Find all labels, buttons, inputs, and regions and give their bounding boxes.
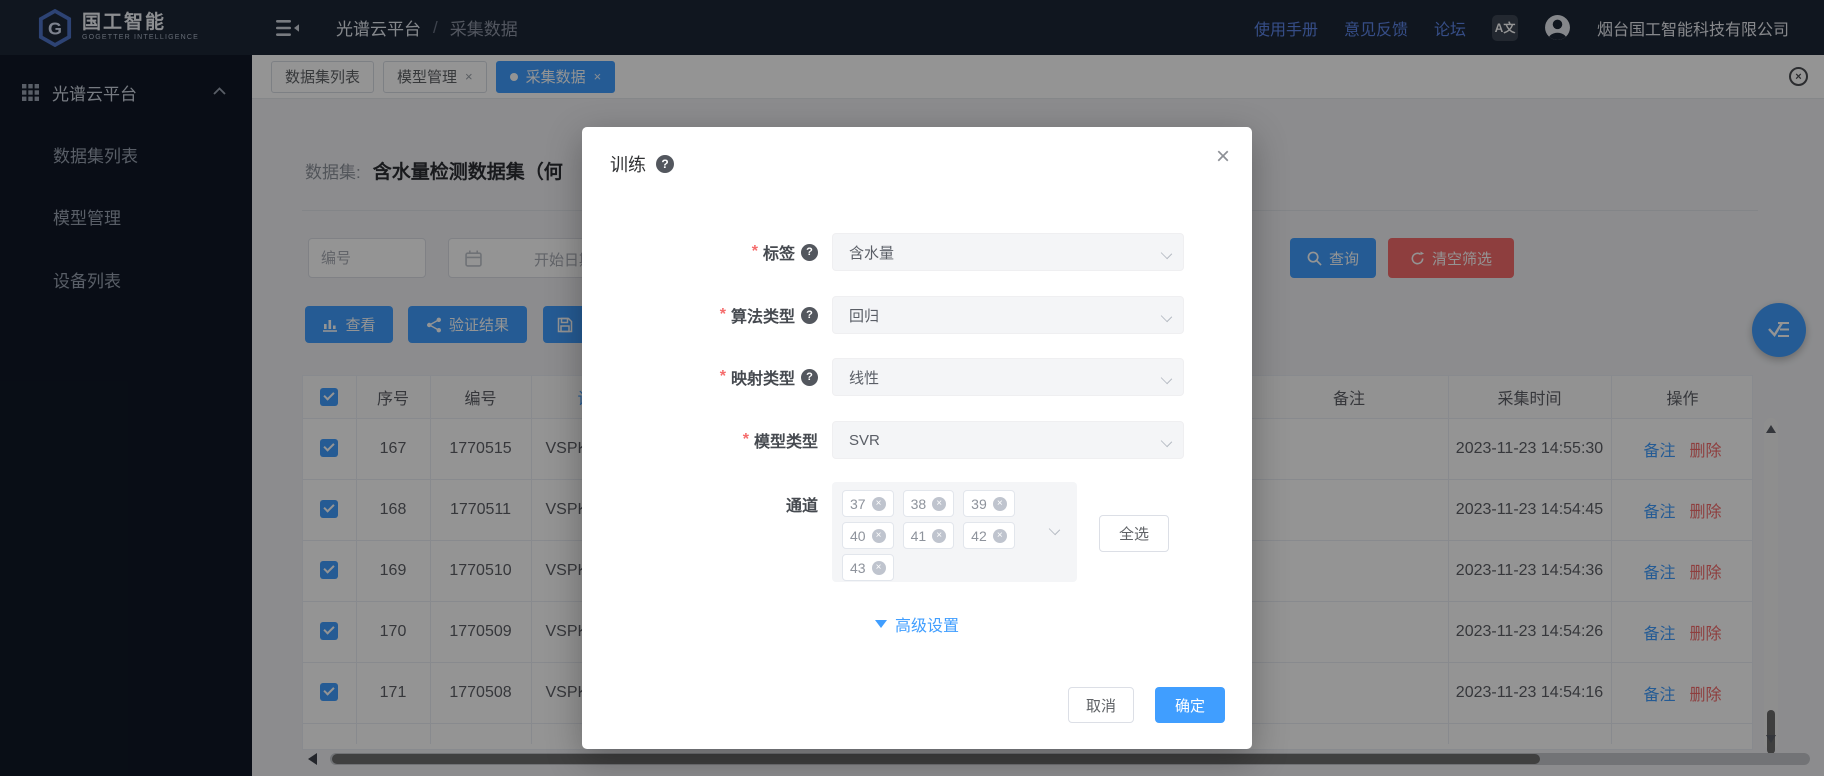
label-tag: * 标签 ? xyxy=(618,233,818,271)
dialog-title-row: 训练 ? xyxy=(610,151,674,177)
channel-tag: 42 × xyxy=(963,522,1015,549)
confirm-button[interactable]: 确定 xyxy=(1155,687,1225,723)
channel-tag-value: 38 xyxy=(911,496,927,512)
channel-tag: 37 × xyxy=(842,490,894,517)
tag-remove-icon[interactable]: × xyxy=(872,529,886,543)
channel-tag: 41 × xyxy=(903,522,955,549)
channel-tag-value: 41 xyxy=(911,528,927,544)
advanced-settings-label: 高级设置 xyxy=(895,612,959,636)
label-algorithm-type: * 算法类型 ? xyxy=(618,296,818,334)
field-label-text: 标签 xyxy=(763,240,795,264)
label-channel: 通道 xyxy=(618,490,818,517)
channel-tag-value: 37 xyxy=(850,496,866,512)
chevron-down-icon xyxy=(1162,312,1171,321)
algorithm-type-select[interactable]: 回归 xyxy=(832,296,1184,334)
label-mapping-type: * 映射类型 ? xyxy=(618,358,818,396)
mapping-type-select[interactable]: 线性 xyxy=(832,358,1184,396)
tag-remove-icon[interactable]: × xyxy=(932,529,946,543)
tag-remove-icon[interactable]: × xyxy=(872,561,886,575)
tag-remove-icon[interactable]: × xyxy=(993,497,1007,511)
advanced-settings-toggle[interactable]: 高级设置 xyxy=(582,612,1252,636)
tag-remove-icon[interactable]: × xyxy=(932,497,946,511)
chevron-down-icon xyxy=(1162,437,1171,446)
channel-tag-value: 39 xyxy=(971,496,987,512)
dialog-title: 训练 xyxy=(610,151,646,177)
help-icon[interactable]: ? xyxy=(801,369,818,386)
channel-tag: 40 × xyxy=(842,522,894,549)
tag-remove-icon[interactable]: × xyxy=(993,529,1007,543)
chevron-down-icon xyxy=(1162,249,1171,258)
field-label-text: 模型类型 xyxy=(754,428,818,452)
cancel-button[interactable]: 取消 xyxy=(1068,687,1134,723)
select-value: 回归 xyxy=(849,305,879,326)
tag-select[interactable]: 含水量 xyxy=(832,233,1184,271)
field-label-text: 算法类型 xyxy=(731,303,795,327)
required-mark: * xyxy=(743,431,749,449)
select-value: 线性 xyxy=(849,367,879,388)
tag-remove-icon[interactable]: × xyxy=(872,497,886,511)
app-window: G 国工智能 GOGETTER INTELLIGENCE 光谱云平台 / 采集数… xyxy=(0,0,1824,776)
required-mark: * xyxy=(720,368,726,386)
channel-tag-value: 40 xyxy=(850,528,866,544)
triangle-down-icon xyxy=(875,620,887,628)
channel-tag: 39 × xyxy=(963,490,1015,517)
help-icon[interactable]: ? xyxy=(801,307,818,324)
help-icon[interactable]: ? xyxy=(801,244,818,261)
required-mark: * xyxy=(752,243,758,261)
dialog-close-icon[interactable]: × xyxy=(1216,145,1230,169)
chevron-down-icon xyxy=(1162,374,1171,383)
required-mark: * xyxy=(720,306,726,324)
help-icon[interactable]: ? xyxy=(656,155,674,173)
chevron-down-icon xyxy=(1050,525,1059,534)
select-value: SVR xyxy=(849,432,880,449)
field-label-text: 通道 xyxy=(786,492,818,516)
channel-multiselect[interactable]: 37 × 38 × 39 × 40 × 41 × 42 × 43 × xyxy=(832,482,1077,582)
channel-tag-value: 42 xyxy=(971,528,987,544)
label-model-type: * 模型类型 xyxy=(618,421,818,459)
select-all-channels-button[interactable]: 全选 xyxy=(1099,515,1169,552)
channel-tag: 43 × xyxy=(842,554,894,581)
model-type-select[interactable]: SVR xyxy=(832,421,1184,459)
field-label-text: 映射类型 xyxy=(731,365,795,389)
channel-tag-value: 43 xyxy=(850,560,866,576)
select-value: 含水量 xyxy=(849,242,894,263)
training-dialog: 训练 ? × * 标签 ? 含水量 * 算法类型 ? 回归 * 映射类型 ? 线… xyxy=(582,127,1252,749)
channel-tag: 38 × xyxy=(903,490,955,517)
